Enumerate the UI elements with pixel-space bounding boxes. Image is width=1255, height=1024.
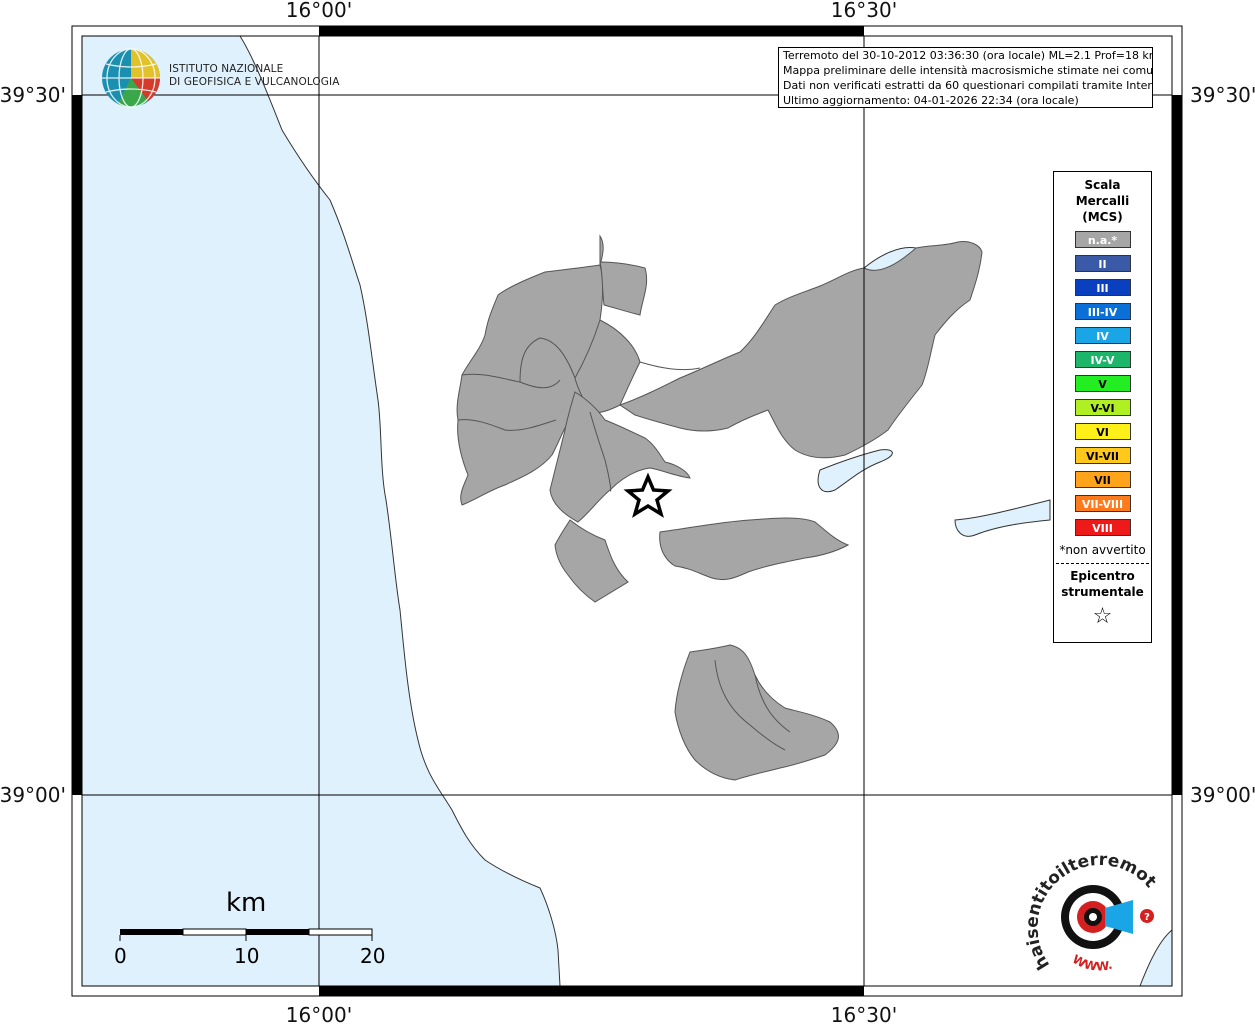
legend-item: III: [1074, 279, 1131, 296]
legend-epicenter-line-1: Epicentro: [1070, 569, 1135, 583]
lat-label-left-1: 39°30': [0, 83, 66, 107]
lat-label-right-2: 39°00': [1190, 783, 1255, 807]
legend-item: IV-V: [1074, 351, 1131, 368]
legend-item: VII-VIII: [1074, 495, 1131, 512]
event-info-box: Terremoto del 30-10-2012 03:36:30 (ora l…: [778, 47, 1153, 108]
legend-epicenter-line-2: strumentale: [1061, 585, 1144, 599]
legend-item: II: [1074, 255, 1131, 272]
legend-epicenter-label: Epicentro strumentale: [1054, 568, 1151, 600]
legend-note: *non avvertito: [1059, 543, 1146, 557]
info-line-2: Mappa preliminare delle intensità macros…: [783, 64, 1153, 77]
lat-label-right-1: 39°30': [1190, 83, 1255, 107]
legend-title-line-2: Mercalli: [1075, 194, 1130, 208]
info-line-1: Terremoto del 30-10-2012 03:36:30 (ora l…: [783, 49, 1153, 62]
lon-label-top-1: 16°00': [286, 0, 352, 22]
institute-line-1: ISTITUTO NAZIONALE: [169, 63, 284, 75]
scale-tick-0: 0: [114, 944, 127, 968]
lon-label-top-2: 16°30': [831, 0, 897, 22]
legend-item: VIII: [1074, 519, 1131, 536]
legend-item: V-VI: [1074, 399, 1131, 416]
info-line-3: Dati non verificati estratti da 60 quest…: [783, 79, 1153, 92]
legend-star-icon: ☆: [1092, 604, 1113, 629]
legend-title: Scala Mercalli (MCS): [1054, 177, 1151, 225]
legend-items: n.a.* II III III-IV IV IV-V V V-VI VI VI-VII VII VI…: [1054, 231, 1151, 536]
legend-item: VI-VII: [1074, 447, 1131, 464]
legend-title-line-3: (MCS): [1082, 210, 1123, 224]
ingv-logo-icon: [102, 48, 160, 108]
legend-item: V: [1074, 375, 1131, 392]
institute-name: ISTITUTO NAZIONALE DI GEOFISICA E VULCAN…: [169, 63, 340, 89]
legend-item: IV: [1074, 327, 1131, 344]
lon-label-bottom-2: 16°30': [831, 1003, 897, 1024]
lat-label-left-2: 39°00': [0, 783, 66, 807]
institute-line-2: DI GEOFISICA E VULCANOLOGIA: [169, 76, 340, 88]
legend-item: VI: [1074, 423, 1131, 440]
legend-divider: [1056, 563, 1149, 564]
intensity-legend: Scala Mercalli (MCS) n.a.* II III III-IV IV I…: [1053, 171, 1152, 643]
info-line-4: Ultimo aggiornamento: 04-01-2026 22:34 (…: [783, 94, 1079, 107]
legend-title-line-1: Scala: [1084, 178, 1121, 192]
legend-item: n.a.*: [1074, 231, 1131, 248]
scale-unit: km: [226, 888, 267, 918]
scale-tick-20: 20: [360, 944, 386, 968]
lon-label-bottom-1: 16°00': [286, 1003, 352, 1024]
svg-text:?: ?: [1144, 912, 1150, 923]
legend-item: VII: [1074, 471, 1131, 488]
legend-item: III-IV: [1074, 303, 1131, 320]
scale-tick-10: 10: [234, 944, 260, 968]
